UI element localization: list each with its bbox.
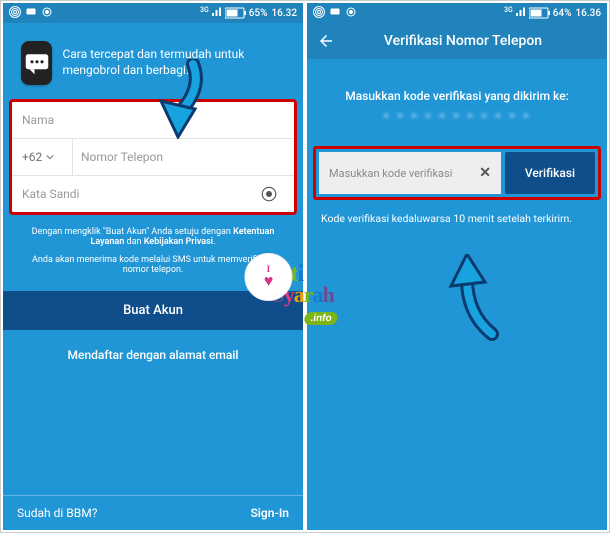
register-email-link[interactable]: Mendaftar dengan alamat email — [3, 342, 303, 368]
name-field[interactable]: Nama — [12, 102, 294, 139]
clear-icon[interactable]: ✕ — [479, 165, 491, 181]
battery-icon — [225, 7, 247, 19]
masked-number: ＊＊＊＊＊＊＊＊＊＊＊ — [307, 107, 607, 140]
signal-icon — [211, 6, 223, 21]
signal-icon — [515, 6, 527, 21]
status-bar: 3G 65% 16.32 — [3, 3, 303, 23]
already-text: Sudah di BBM? — [17, 506, 97, 520]
bbm-logo — [21, 41, 52, 85]
battery-pct: 65% — [249, 8, 268, 19]
sign-in-link[interactable]: Sign-In — [250, 506, 289, 520]
create-account-button[interactable]: Buat Akun — [3, 291, 303, 330]
status-bar: 3G 64% 16.36 — [307, 3, 607, 23]
country-code-selector[interactable]: +62 — [22, 139, 73, 175]
clock: 16.32 — [271, 8, 297, 19]
clock: 16.36 — [575, 8, 601, 19]
name-placeholder: Nama — [22, 113, 54, 127]
code-input[interactable]: Masukkan kode verifikasi ✕ — [319, 152, 501, 194]
target-icon — [41, 6, 53, 21]
show-password-icon[interactable] — [260, 185, 278, 203]
page-title: Verifikasi Nomor Telepon — [347, 33, 579, 49]
network-type: 3G — [504, 6, 513, 14]
legal-text-2: Anda akan menerima kode melalui SMS untu… — [3, 251, 303, 279]
battery-icon — [529, 7, 551, 19]
signup-form: Nama +62 Nomor Telepon Kata Sandi — [9, 99, 297, 215]
screen-signup: 3G 65% 16.32 Cara tercepat dan termudah … — [3, 3, 303, 530]
app-bar: Verifikasi Nomor Telepon — [307, 23, 607, 59]
expiry-hint: Kode verifikasi kedaluwarsa 10 menit set… — [307, 206, 607, 231]
target-icon — [345, 6, 357, 21]
message-icon — [329, 6, 341, 21]
phone-placeholder: Nomor Telepon — [81, 150, 163, 164]
bottom-bar: Sudah di BBM? Sign-In — [3, 495, 303, 530]
code-placeholder: Masukkan kode verifikasi — [329, 167, 452, 180]
screen-verify: 3G 64% 16.36 Verifikasi Nomor Telepon Ma… — [307, 3, 607, 530]
arrow-annotation — [437, 254, 517, 344]
verify-button[interactable]: Verifikasi — [505, 152, 595, 194]
legal-text-1: Dengan mengklik "Buat Akun" Anda setuju … — [3, 223, 303, 251]
verify-form: Masukkan kode verifikasi ✕ Verifikasi — [313, 146, 601, 200]
verify-prompt: Masukkan kode verifikasi yang dikirim ke… — [307, 59, 607, 107]
chevron-down-icon — [46, 153, 54, 161]
password-placeholder: Kata Sandi — [22, 187, 79, 201]
intro-text: Cara tercepat dan termudah untuk mengobr… — [62, 47, 285, 78]
privacy-link[interactable]: Kebijakan Privasi — [144, 237, 213, 247]
hotspot-icon — [9, 6, 21, 21]
phone-field[interactable]: +62 Nomor Telepon — [12, 139, 294, 176]
battery-pct: 64% — [553, 8, 572, 19]
message-icon — [25, 6, 37, 21]
hotspot-icon — [313, 6, 325, 21]
password-field[interactable]: Kata Sandi — [12, 176, 294, 212]
back-button[interactable] — [317, 32, 335, 50]
network-type: 3G — [200, 6, 209, 14]
